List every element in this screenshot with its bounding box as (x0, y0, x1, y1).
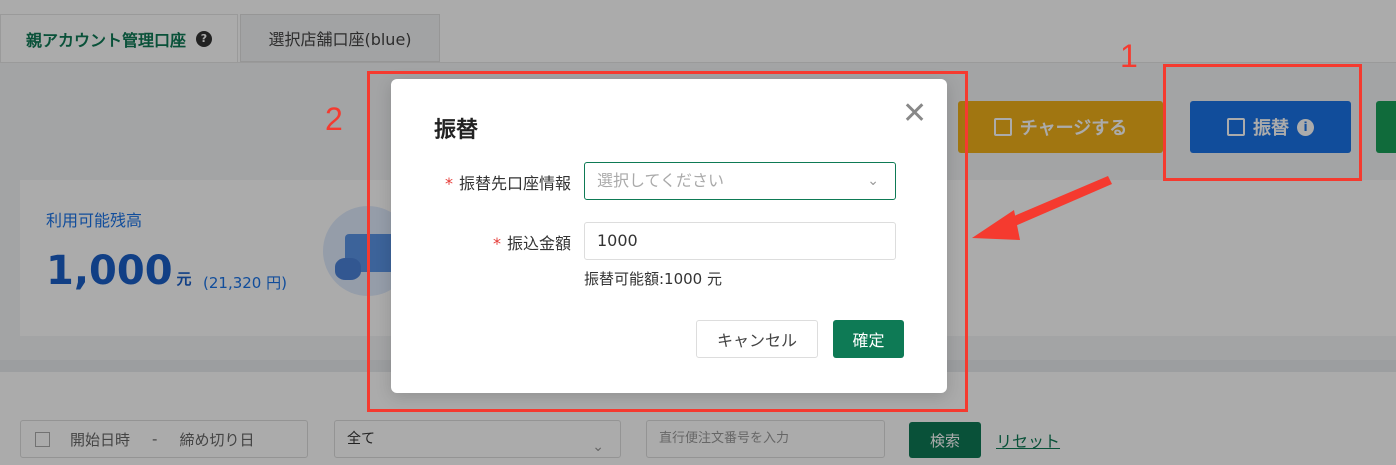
annotation-arrow (972, 176, 1112, 240)
annotation-number-1: 1 (1120, 38, 1138, 74)
annotation-box-1 (1163, 64, 1362, 181)
annotation-box-2 (367, 71, 968, 412)
annotation-number-2: 2 (325, 101, 343, 137)
